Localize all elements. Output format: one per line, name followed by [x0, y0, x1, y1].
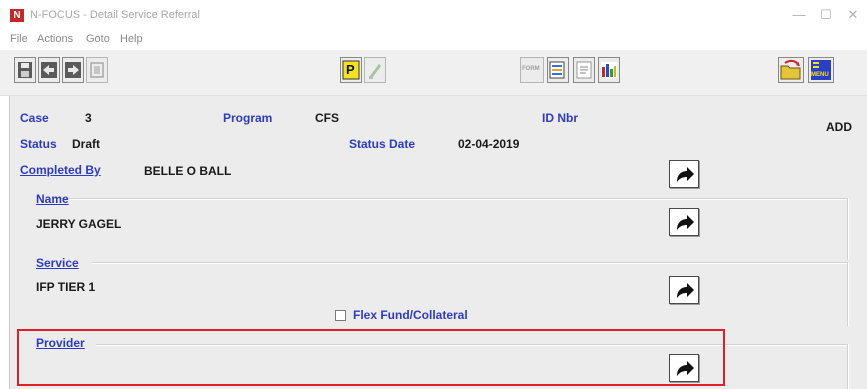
menu-goto[interactable]: Goto [86, 33, 110, 45]
service-select-button[interactable] [669, 276, 699, 304]
program-label: Program [223, 111, 273, 125]
app-logo-icon: N [10, 9, 24, 22]
arrow-right-icon [677, 215, 694, 230]
completed-by-link[interactable]: Completed By [20, 163, 101, 177]
completed-by-value: BELLE O BALL [144, 164, 232, 178]
provider-select-button[interactable] [669, 354, 699, 382]
arrow-right-icon [677, 167, 694, 182]
case-label: Case [20, 111, 49, 125]
status-date-label: Status Date [349, 137, 416, 151]
id-nbr-label: ID Nbr [542, 111, 578, 125]
status-label: Status [20, 137, 57, 151]
form-icon: FORM [522, 66, 540, 72]
report-icon [576, 61, 592, 79]
previous-button[interactable] [38, 57, 60, 83]
folder-button[interactable] [778, 57, 804, 83]
mode-indicator: ADD [826, 120, 852, 134]
save-icon [18, 62, 32, 78]
menu-file[interactable]: File [10, 33, 28, 45]
name-value: JERRY GAGEL [36, 217, 122, 231]
title-bar: N N-FOCUS - Detail Service Referral — ☐ … [0, 0, 867, 30]
program-button[interactable]: P [340, 57, 362, 83]
menu-bar: File Actions Goto Help [0, 30, 867, 50]
name-link[interactable]: Name [36, 192, 69, 206]
menu-icon-label: MENU [811, 72, 829, 78]
provider-section-border [847, 344, 849, 389]
bar-chart-icon [601, 62, 617, 78]
main-menu-button[interactable]: MENU [808, 57, 834, 83]
status-date-value: 02-04-2019 [458, 137, 520, 151]
disabled-pencil-icon [369, 64, 381, 79]
list-button[interactable] [547, 57, 569, 83]
program-p-label: P [346, 62, 355, 77]
toolbar: P FORM MENU [0, 50, 867, 96]
list-icon [549, 61, 565, 79]
service-section-border [847, 262, 849, 326]
provider-section-divider [96, 344, 847, 346]
disabled-icon [90, 62, 104, 78]
report-button[interactable] [573, 57, 595, 83]
name-select-button[interactable] [669, 208, 699, 236]
provider-link[interactable]: Provider [36, 336, 85, 350]
arrow-right-icon [677, 283, 694, 298]
next-button[interactable] [62, 57, 84, 83]
edit-button[interactable] [364, 57, 386, 83]
form-button[interactable]: FORM [520, 57, 544, 83]
service-value: IFP TIER 1 [36, 280, 96, 294]
folder-icon [780, 59, 801, 80]
maximize-button[interactable]: ☐ [815, 6, 837, 24]
menu-actions[interactable]: Actions [37, 33, 73, 45]
detail-panel: Case 3 Program CFS ID Nbr ADD Status Dra… [9, 96, 867, 389]
next-icon [65, 62, 81, 78]
status-value: Draft [72, 137, 101, 151]
name-section-divider [52, 198, 847, 200]
flex-fund-checkbox[interactable] [335, 310, 346, 321]
menu-icon [811, 60, 831, 80]
program-value: CFS [315, 111, 339, 125]
menu-help[interactable]: Help [120, 33, 143, 45]
disabled-toolbar-button[interactable] [86, 57, 108, 83]
case-value: 3 [85, 111, 92, 125]
window-title: N-FOCUS - Detail Service Referral [30, 9, 200, 21]
name-section-border [847, 198, 849, 260]
flex-fund-label: Flex Fund/Collateral [353, 308, 468, 322]
arrow-right-icon [677, 361, 694, 376]
minimize-button[interactable]: — [788, 6, 810, 24]
service-section-divider [92, 262, 847, 264]
save-button[interactable] [14, 57, 36, 83]
service-link[interactable]: Service [36, 256, 79, 270]
previous-icon [41, 62, 57, 78]
close-button[interactable]: ✕ [842, 6, 864, 24]
chart-button[interactable] [598, 57, 620, 83]
completed-by-select-button[interactable] [669, 160, 699, 188]
